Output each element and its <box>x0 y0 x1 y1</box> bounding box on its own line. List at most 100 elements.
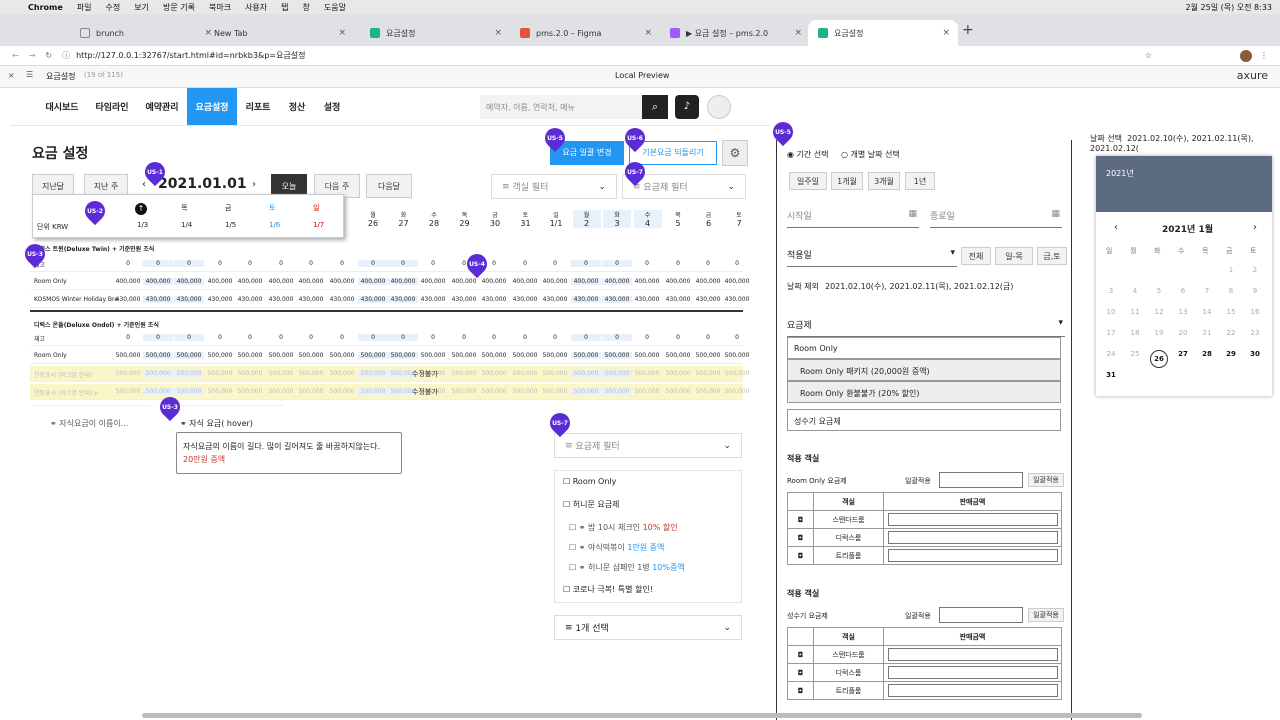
filter-option[interactable]: ☐ Room Only <box>563 477 616 486</box>
grid-cell[interactable]: 0 <box>418 334 448 341</box>
grid-cell[interactable]: 500,000 <box>540 388 570 395</box>
grid-cell[interactable]: 400,000 <box>449 278 479 285</box>
grid-cell[interactable]: 430,000 <box>540 296 570 303</box>
grid-cell[interactable]: 0 <box>235 260 265 267</box>
grid-cell[interactable]: 430,000 <box>663 296 693 303</box>
grid-cell[interactable]: 0 <box>296 260 326 267</box>
nav-timeline[interactable]: 타임라인 <box>88 88 136 125</box>
grid-cell[interactable]: 0 <box>266 260 296 267</box>
grid-cell[interactable]: 0 <box>205 260 235 267</box>
rate-select[interactable]: 요금제 ▾ <box>787 318 1065 337</box>
menu-view[interactable]: 보기 <box>134 2 149 13</box>
grid-cell[interactable]: 500,000 <box>722 352 752 359</box>
grid-cell[interactable]: 500,000 <box>143 388 173 395</box>
grid-cell[interactable]: 500,000 <box>632 388 662 395</box>
grid-cell[interactable]: 430,000 <box>693 296 723 303</box>
grid-cell[interactable]: 400,000 <box>296 278 326 285</box>
cal-day[interactable]: 21 <box>1198 329 1216 337</box>
grid-cell[interactable]: 500,000 <box>663 370 693 377</box>
grid-cell[interactable]: 500,000 <box>388 352 418 359</box>
apply-day-select[interactable]: 적용일 ▾ <box>787 248 957 267</box>
grid-cell[interactable]: 400,000 <box>479 278 509 285</box>
forward-icon[interactable]: → <box>29 51 36 60</box>
grid-cell[interactable]: 400,000 <box>510 278 540 285</box>
tab-rate-active[interactable]: 요금설정 × <box>808 20 958 46</box>
grid-cell[interactable]: 430,000 <box>602 296 632 303</box>
tab-brunch[interactable]: brunch × <box>70 20 220 46</box>
cal-day[interactable]: 27 <box>1174 350 1192 358</box>
nav-settlement[interactable]: 정산 <box>280 88 314 125</box>
grid-cell[interactable]: 500,000 <box>571 352 601 359</box>
row-checkbox[interactable]: ◘ <box>787 663 814 682</box>
grid-cell[interactable]: 400,000 <box>602 278 632 285</box>
bulk-apply-button[interactable]: 일괄적용 <box>1028 473 1064 487</box>
grid-cell[interactable]: 500,000 <box>722 388 752 395</box>
grid-cell[interactable]: 0 <box>266 334 296 341</box>
grid-cell[interactable]: 500,000 <box>358 352 388 359</box>
grid-cell[interactable]: 0 <box>540 260 570 267</box>
grid-cell[interactable]: 430,000 <box>449 296 479 303</box>
row-checkbox[interactable]: ◘ <box>787 546 814 565</box>
grid-cell[interactable]: 500,000 <box>693 370 723 377</box>
grid-cell[interactable]: 430,000 <box>235 296 265 303</box>
url-field[interactable]: http://127.0.0.1:32767/start.html#id=nrb… <box>76 50 305 61</box>
chevron-right-icon[interactable]: › <box>252 179 256 190</box>
grid-cell[interactable]: 0 <box>235 334 265 341</box>
cal-day[interactable]: 3 <box>1102 287 1120 295</box>
rate-option[interactable]: Room Only 환불불가 (20% 할인) <box>787 381 1061 403</box>
grid-cell[interactable]: 500,000 <box>266 370 296 377</box>
price-input[interactable] <box>887 549 1058 562</box>
quick-1y[interactable]: 1년 <box>905 172 935 190</box>
grid-cell[interactable]: 0 <box>510 260 540 267</box>
grid-cell[interactable]: 500,000 <box>663 388 693 395</box>
cal-day[interactable]: 23 <box>1246 329 1264 337</box>
app-name[interactable]: Chrome <box>28 3 63 12</box>
grid-cell[interactable]: 500,000 <box>235 352 265 359</box>
grid-cell[interactable]: 430,000 <box>418 296 448 303</box>
menu-history[interactable]: 방문 기록 <box>163 2 195 13</box>
grid-cell[interactable]: 500,000 <box>602 388 632 395</box>
grid-cell[interactable]: 500,000 <box>693 388 723 395</box>
grid-cell[interactable]: 400,000 <box>113 278 143 285</box>
hamburger-icon[interactable]: ☰ <box>26 70 33 79</box>
price-input[interactable] <box>887 648 1058 661</box>
grid-cell[interactable]: 500,000 <box>602 352 632 359</box>
grid-cell[interactable]: 430,000 <box>174 296 204 303</box>
grid-cell[interactable]: 430,000 <box>327 296 357 303</box>
cal-day[interactable]: 5 <box>1150 287 1168 295</box>
grid-cell[interactable]: 0 <box>632 260 662 267</box>
up-arrow-icon[interactable]: ↑ <box>135 203 147 215</box>
grid-cell[interactable]: 500,000 <box>358 370 388 377</box>
grid-cell[interactable]: 0 <box>479 334 509 341</box>
menu-help[interactable]: 도움말 <box>324 2 346 13</box>
grid-cell[interactable]: 0 <box>663 260 693 267</box>
grid-cell[interactable]: 500,000 <box>663 352 693 359</box>
grid-cell[interactable]: 500,000 <box>632 352 662 359</box>
grid-cell[interactable]: 0 <box>327 260 357 267</box>
grid-cell[interactable]: 430,000 <box>510 296 540 303</box>
cal-day[interactable]: 22 <box>1222 329 1240 337</box>
back-icon[interactable]: ← <box>12 51 19 60</box>
grid-cell[interactable]: 0 <box>663 334 693 341</box>
cal-day[interactable]: 4 <box>1126 287 1144 295</box>
grid-cell[interactable]: 500,000 <box>479 388 509 395</box>
grid-cell[interactable]: 430,000 <box>632 296 662 303</box>
menu-tab[interactable]: 탭 <box>281 2 288 13</box>
grid-cell[interactable]: 500,000 <box>266 388 296 395</box>
grid-cell[interactable]: 500,000 <box>235 388 265 395</box>
grid-cell[interactable]: 500,000 <box>174 388 204 395</box>
row-checkbox[interactable]: ◘ <box>787 645 814 664</box>
cal-day[interactable]: 7 <box>1198 287 1216 295</box>
menu-edit[interactable]: 수정 <box>106 2 121 13</box>
grid-cell[interactable]: 400,000 <box>418 278 448 285</box>
grid-cell[interactable]: 0 <box>388 260 418 267</box>
cal-day[interactable]: 24 <box>1102 350 1120 358</box>
grid-cell[interactable]: 500,000 <box>205 352 235 359</box>
grid-cell[interactable]: 500,000 <box>113 370 143 377</box>
grid-cell[interactable]: 500,000 <box>510 370 540 377</box>
cal-day[interactable]: 14 <box>1198 308 1216 316</box>
cal-day[interactable]: 15 <box>1222 308 1240 316</box>
radio-period[interactable]: ◉ 기간 선택 <box>787 149 829 160</box>
grid-cell[interactable]: 500,000 <box>296 352 326 359</box>
rate-option[interactable]: Room Only <box>787 337 1061 359</box>
